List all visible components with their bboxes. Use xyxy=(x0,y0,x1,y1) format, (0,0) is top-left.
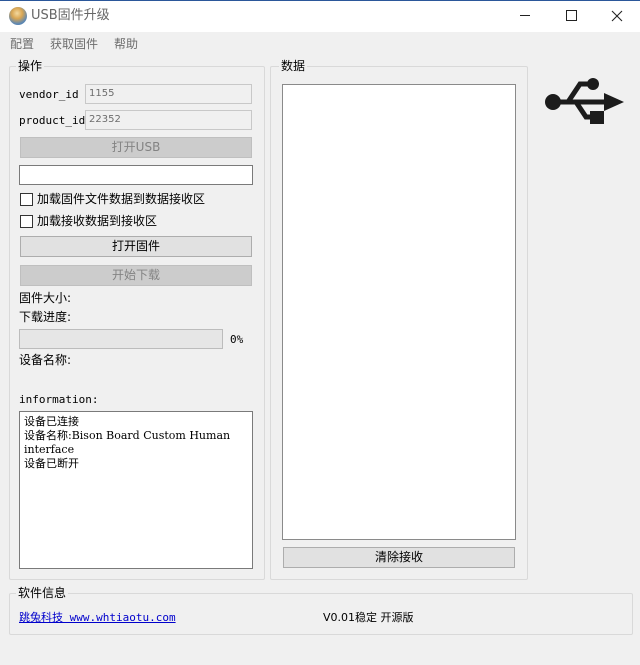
operation-group-title: 操作 xyxy=(16,59,45,73)
company-link[interactable]: 跳兔科技 www.whtiaotu.com xyxy=(19,611,176,625)
vendor-id-label: vendor_id xyxy=(19,88,79,101)
download-progress-bar xyxy=(19,329,223,349)
start-download-button[interactable]: 开始下载 xyxy=(20,265,252,286)
minimize-button[interactable] xyxy=(502,0,548,31)
load-received-checkbox[interactable] xyxy=(20,215,33,228)
software-info-title: 软件信息 xyxy=(16,586,69,600)
data-receive-area[interactable] xyxy=(282,84,516,540)
menu-help[interactable]: 帮助 xyxy=(114,37,138,51)
app-globe-icon xyxy=(9,7,27,25)
vendor-id-field[interactable]: 1155 xyxy=(85,84,252,104)
close-icon xyxy=(611,10,623,21)
load-firmware-label: 加载固件文件数据到数据接收区 xyxy=(37,192,206,206)
menu-get-firmware[interactable]: 获取固件 xyxy=(50,37,98,51)
information-label: information: xyxy=(19,393,99,406)
minimize-icon xyxy=(520,15,530,16)
version-label: V0.01稳定 开源版 xyxy=(323,611,414,624)
product-id-field[interactable]: 22352 xyxy=(85,110,252,130)
data-group-title: 数据 xyxy=(279,59,308,73)
product-id-label: product_id xyxy=(19,114,86,127)
maximize-icon xyxy=(565,10,577,21)
device-name-label: 设备名称: xyxy=(19,353,72,367)
close-button[interactable] xyxy=(594,0,640,31)
open-firmware-button[interactable]: 打开固件 xyxy=(20,236,252,257)
firmware-path-input[interactable] xyxy=(19,165,253,185)
load-received-label: 加载接收数据到接收区 xyxy=(37,214,158,228)
open-usb-button[interactable]: 打开USB xyxy=(20,137,252,158)
load-firmware-checkbox[interactable] xyxy=(20,193,33,206)
clear-receive-button[interactable]: 清除接收 xyxy=(283,547,515,568)
information-log[interactable]: 设备已连接 设备名称:Bison Board Custom Human inte… xyxy=(19,411,253,569)
download-progress-label: 下载进度: xyxy=(19,310,72,324)
window-title: USB固件升级 xyxy=(31,8,110,23)
menu-config[interactable]: 配置 xyxy=(10,37,34,51)
maximize-button[interactable] xyxy=(548,0,594,31)
usb-icon xyxy=(544,76,626,128)
progress-percent: 0% xyxy=(230,333,244,346)
firmware-size-label: 固件大小: xyxy=(19,291,72,305)
